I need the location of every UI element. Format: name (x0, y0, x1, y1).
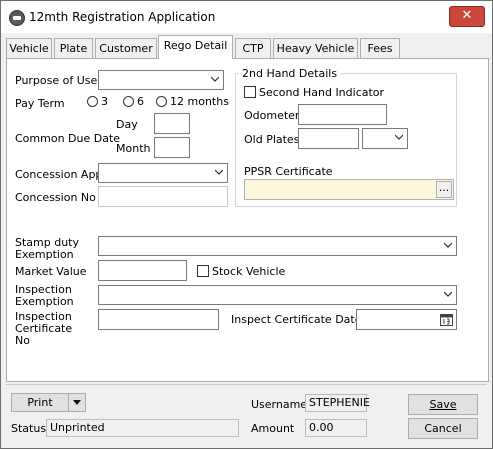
registration-window: 12mth Registration Application ✕ Vehicle… (0, 0, 493, 449)
print-menu-button[interactable] (68, 393, 86, 412)
tab-plate[interactable]: Plate (54, 38, 93, 59)
cancel-button[interactable]: Cancel (408, 418, 478, 439)
old-plates-label: Old Plates (244, 133, 300, 146)
pay-term-6-radio[interactable] (123, 96, 134, 107)
second-hand-indicator-label: Second Hand Indicator (259, 86, 385, 99)
odometer-input[interactable] (298, 104, 387, 125)
pay-term-12-label: 12 months (170, 95, 229, 108)
day-label: Day (116, 118, 138, 131)
chevron-down-icon (215, 169, 223, 175)
tab-heavy-vehicle[interactable]: Heavy Vehicle (273, 38, 358, 59)
close-button[interactable]: ✕ (449, 6, 485, 27)
pay-term-3-label: 3 (101, 95, 108, 108)
due-date-label: Common Due Date (15, 132, 121, 145)
stock-vehicle-checkbox[interactable] (197, 265, 209, 277)
username-label: Username (251, 398, 308, 411)
old-plates-input[interactable] (298, 128, 359, 149)
tab-vehicle[interactable]: Vehicle (6, 38, 52, 59)
save-button[interactable]: Save (408, 394, 478, 415)
tab-customer[interactable]: Customer (95, 38, 157, 59)
day-input[interactable] (154, 113, 190, 134)
odometer-label: Odometer (244, 109, 300, 122)
pay-term-12-radio[interactable] (156, 96, 167, 107)
old-plates-state-select[interactable] (362, 128, 408, 149)
stamp-duty-label: Stamp duty Exemption (15, 236, 80, 261)
footer-divider (6, 384, 487, 385)
inspection-cert-input[interactable] (98, 309, 219, 330)
purpose-select[interactable] (98, 70, 224, 90)
market-value-input[interactable] (98, 260, 187, 281)
window-title: 12mth Registration Application (29, 10, 216, 24)
concession-app-select[interactable] (98, 163, 228, 183)
dropdown-arrow-icon (73, 400, 81, 405)
title-bar: 12mth Registration Application ✕ (1, 1, 492, 33)
pay-term-3-radio[interactable] (87, 96, 98, 107)
inspection-exemption-label: Inspection Exemption (15, 283, 74, 308)
inspect-cert-date-input[interactable] (356, 309, 457, 330)
stamp-duty-select[interactable] (98, 236, 457, 256)
calendar-icon[interactable] (440, 313, 453, 326)
tab-rego-detail[interactable]: Rego Detail (158, 35, 233, 59)
status-label: Status (11, 422, 47, 435)
concession-no-label: Concession No (15, 191, 96, 204)
chevron-down-icon (395, 134, 403, 140)
month-input[interactable] (154, 137, 190, 158)
chevron-down-icon (444, 242, 452, 248)
status-value: Unprinted (46, 419, 239, 437)
app-icon (9, 10, 25, 26)
amount-label: Amount (251, 422, 295, 435)
pay-term-6-label: 6 (137, 95, 144, 108)
concession-no-input[interactable] (98, 186, 228, 207)
amount-value: 0.00 (305, 419, 367, 437)
close-icon: ✕ (461, 8, 473, 23)
inspect-cert-date-label: Inspect Certificate Date (231, 313, 362, 326)
purpose-label: Purpose of Use (15, 74, 98, 87)
stock-vehicle-label: Stock Vehicle (212, 265, 286, 278)
pay-term-label: Pay Term (15, 97, 65, 110)
print-button[interactable]: Print (11, 393, 69, 412)
chevron-down-icon (211, 76, 219, 82)
tab-strip: Vehicle Plate Customer Rego Detail CTP H… (1, 33, 492, 59)
rego-detail-panel: Purpose of Use Pay Term 3 6 12 months Co… (6, 58, 489, 382)
chevron-down-icon (444, 291, 452, 297)
inspection-cert-label: Inspection Certificate No (15, 310, 73, 347)
ppsr-browse-button[interactable]: ... (436, 181, 452, 198)
ppsr-label: PPSR Certificate (244, 165, 333, 178)
username-value: STEPHENIE (305, 394, 370, 412)
second-hand-indicator-checkbox[interactable] (244, 86, 256, 98)
month-label: Month (116, 142, 151, 155)
inspection-exemption-select[interactable] (98, 285, 457, 305)
second-hand-group-label: 2nd Hand Details (239, 67, 341, 80)
concession-app-label: Concession App (15, 168, 103, 181)
tab-fees[interactable]: Fees (360, 38, 400, 59)
ppsr-certificate-input[interactable] (244, 179, 454, 200)
market-value-label: Market Value (15, 265, 87, 278)
tab-ctp[interactable]: CTP (235, 38, 271, 59)
